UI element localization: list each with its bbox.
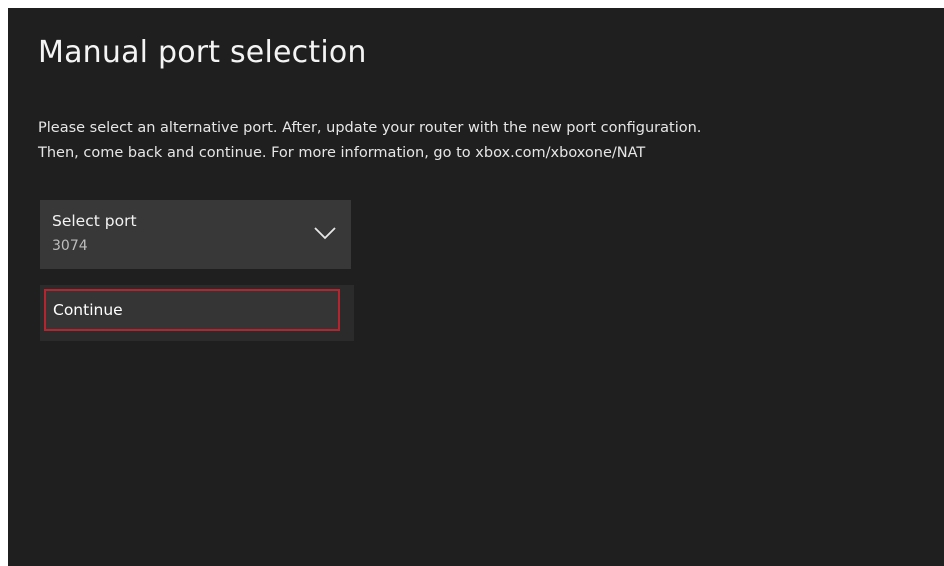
manual-port-selection-screen: Manual port selection Please select an a… bbox=[8, 8, 944, 566]
select-port-label: Select port bbox=[52, 212, 137, 230]
chevron-down-icon bbox=[314, 227, 336, 240]
selected-port-value: 3074 bbox=[52, 238, 88, 254]
instructions-line-1: Please select an alternative port. After… bbox=[38, 120, 702, 136]
continue-tile: Continue bbox=[40, 285, 354, 341]
page-title: Manual port selection bbox=[38, 35, 367, 70]
select-port-dropdown[interactable]: Select port 3074 bbox=[40, 200, 351, 269]
instructions-line-2: Then, come back and continue. For more i… bbox=[38, 145, 646, 161]
continue-button-label: Continue bbox=[53, 301, 123, 319]
instructions-text: Please select an alternative port. After… bbox=[38, 116, 701, 166]
continue-button[interactable]: Continue bbox=[44, 289, 340, 331]
